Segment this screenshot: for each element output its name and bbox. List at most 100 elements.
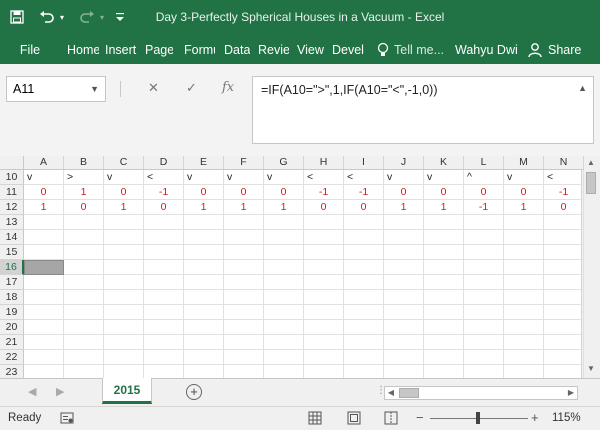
zoom-slider-knob[interactable]: [476, 412, 480, 424]
row-header-22[interactable]: 22: [0, 350, 24, 365]
name-box[interactable]: A11 ▼: [6, 76, 106, 102]
cell-c10[interactable]: v: [104, 170, 144, 185]
page-break-view-icon[interactable]: [384, 411, 398, 425]
cell-a14[interactable]: [24, 230, 64, 245]
cell-f14[interactable]: [224, 230, 264, 245]
cell-l21[interactable]: [464, 335, 504, 350]
cell-c16[interactable]: [104, 260, 144, 275]
cell-j16[interactable]: [384, 260, 424, 275]
cell-l13[interactable]: [464, 215, 504, 230]
cell-j21[interactable]: [384, 335, 424, 350]
cell-e21[interactable]: [184, 335, 224, 350]
tab-review[interactable]: Review: [258, 40, 289, 60]
cell-i16[interactable]: [344, 260, 384, 275]
cell-g17[interactable]: [264, 275, 304, 290]
tell-me-search[interactable]: Tell me...: [394, 40, 448, 60]
cell-e15[interactable]: [184, 245, 224, 260]
cell-a21[interactable]: [24, 335, 64, 350]
cell-n11[interactable]: -1: [544, 185, 584, 200]
cell-b22[interactable]: [64, 350, 104, 365]
horizontal-scroll-thumb[interactable]: [399, 388, 419, 398]
cell-b14[interactable]: [64, 230, 104, 245]
cell-m15[interactable]: [504, 245, 544, 260]
cell-d23[interactable]: [144, 365, 184, 378]
cell-k13[interactable]: [424, 215, 464, 230]
cell-c13[interactable]: [104, 215, 144, 230]
column-header-i[interactable]: I: [344, 156, 384, 170]
scroll-up-icon[interactable]: ▲: [582, 156, 600, 170]
cell-g20[interactable]: [264, 320, 304, 335]
row-header-21[interactable]: 21: [0, 335, 24, 350]
cell-k17[interactable]: [424, 275, 464, 290]
cell-c18[interactable]: [104, 290, 144, 305]
cell-i21[interactable]: [344, 335, 384, 350]
cell-d16[interactable]: [144, 260, 184, 275]
cell-c11[interactable]: 0: [104, 185, 144, 200]
cell-d20[interactable]: [144, 320, 184, 335]
cell-i14[interactable]: [344, 230, 384, 245]
page-layout-view-icon[interactable]: [347, 411, 361, 425]
cell-m23[interactable]: [504, 365, 544, 378]
tab-data[interactable]: Data: [224, 40, 250, 60]
cell-m14[interactable]: [504, 230, 544, 245]
column-header-h[interactable]: H: [304, 156, 344, 170]
cell-h13[interactable]: [304, 215, 344, 230]
column-header-f[interactable]: F: [224, 156, 264, 170]
tab-insert[interactable]: Insert: [105, 40, 138, 60]
cell-n22[interactable]: [544, 350, 584, 365]
cell-n21[interactable]: [544, 335, 584, 350]
row-header-19[interactable]: 19: [0, 305, 24, 320]
cell-c23[interactable]: [104, 365, 144, 378]
previous-sheet-icon[interactable]: ◀: [28, 385, 36, 398]
cell-j17[interactable]: [384, 275, 424, 290]
cell-c22[interactable]: [104, 350, 144, 365]
column-header-a[interactable]: A: [24, 156, 64, 170]
cell-h10[interactable]: <: [304, 170, 344, 185]
cell-a10[interactable]: v: [24, 170, 64, 185]
cell-k21[interactable]: [424, 335, 464, 350]
cell-k14[interactable]: [424, 230, 464, 245]
cell-n13[interactable]: [544, 215, 584, 230]
cell-h12[interactable]: 0: [304, 200, 344, 215]
insert-function-icon[interactable]: fx: [222, 80, 234, 95]
cell-k15[interactable]: [424, 245, 464, 260]
tab-file[interactable]: File: [10, 40, 50, 60]
cell-n14[interactable]: [544, 230, 584, 245]
cell-c17[interactable]: [104, 275, 144, 290]
cell-n17[interactable]: [544, 275, 584, 290]
cell-f23[interactable]: [224, 365, 264, 378]
cell-g22[interactable]: [264, 350, 304, 365]
cell-e14[interactable]: [184, 230, 224, 245]
cell-h23[interactable]: [304, 365, 344, 378]
cell-d13[interactable]: [144, 215, 184, 230]
cell-b23[interactable]: [64, 365, 104, 378]
cell-d10[interactable]: <: [144, 170, 184, 185]
cell-f16[interactable]: [224, 260, 264, 275]
cell-k10[interactable]: v: [424, 170, 464, 185]
cell-b16[interactable]: [64, 260, 104, 275]
column-header-n[interactable]: N: [544, 156, 584, 170]
cell-g12[interactable]: 1: [264, 200, 304, 215]
cell-m12[interactable]: 1: [504, 200, 544, 215]
add-sheet-icon[interactable]: +: [186, 384, 202, 400]
formula-input[interactable]: =IF(A10=">",1,IF(A10="<",-1,0)) ▲: [252, 76, 594, 144]
cell-e10[interactable]: v: [184, 170, 224, 185]
cell-a18[interactable]: [24, 290, 64, 305]
row-header-15[interactable]: 15: [0, 245, 24, 260]
zoom-in-icon[interactable]: +: [531, 410, 539, 425]
row-header-17[interactable]: 17: [0, 275, 24, 290]
cell-f22[interactable]: [224, 350, 264, 365]
sheet-tab-2015[interactable]: 2015: [102, 378, 152, 404]
cell-e23[interactable]: [184, 365, 224, 378]
cell-m11[interactable]: 0: [504, 185, 544, 200]
cell-k19[interactable]: [424, 305, 464, 320]
cell-f17[interactable]: [224, 275, 264, 290]
cell-a20[interactable]: [24, 320, 64, 335]
cell-n20[interactable]: [544, 320, 584, 335]
row-header-10[interactable]: 10: [0, 170, 24, 185]
cell-d21[interactable]: [144, 335, 184, 350]
column-header-g[interactable]: G: [264, 156, 304, 170]
cell-e22[interactable]: [184, 350, 224, 365]
cell-f21[interactable]: [224, 335, 264, 350]
cell-b11[interactable]: 1: [64, 185, 104, 200]
